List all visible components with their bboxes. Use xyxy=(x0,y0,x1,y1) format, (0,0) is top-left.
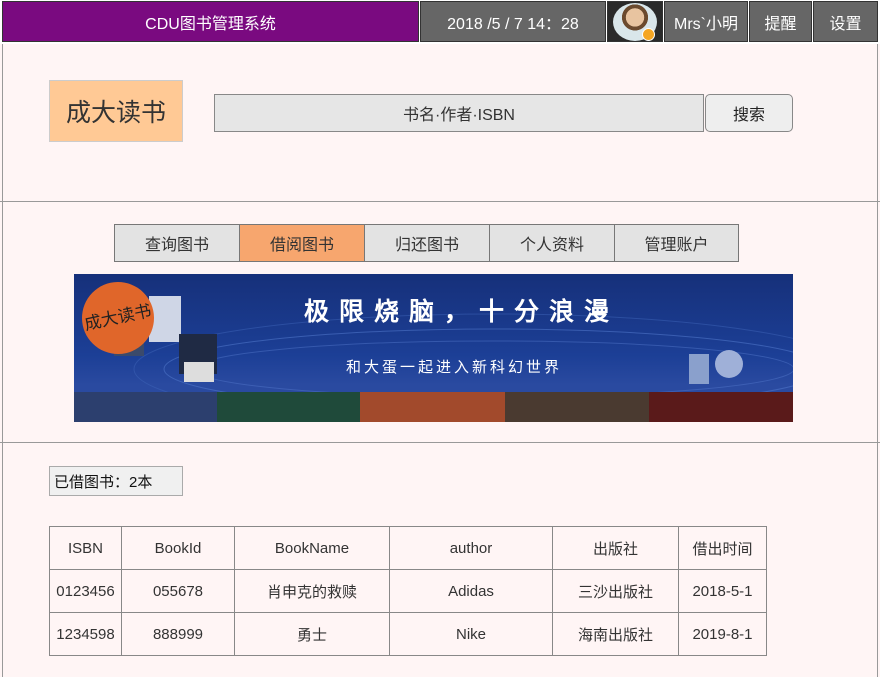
column-header: BookName xyxy=(234,526,390,570)
table-cell: 2019-8-1 xyxy=(678,612,767,656)
table-cell: 三沙出版社 xyxy=(552,569,679,613)
tab-query-books[interactable]: 查询图书 xyxy=(115,225,240,261)
book-cover-strip xyxy=(74,392,793,422)
status-dot-icon xyxy=(642,27,655,41)
column-header: ISBN xyxy=(49,526,122,570)
column-header: 借出时间 xyxy=(678,526,767,570)
promo-banner[interactable]: 成大读书 极限烧脑，十分浪漫 和大蛋一起进入新科幻世界 xyxy=(74,274,793,422)
column-header: 出版社 xyxy=(552,526,679,570)
avatar[interactable] xyxy=(607,1,663,42)
tab-borrow-books[interactable]: 借阅图书 xyxy=(240,225,365,261)
column-header: author xyxy=(389,526,553,570)
username-button[interactable]: Mrs`小明 xyxy=(664,1,748,42)
table-row[interactable]: 0123456 055678 肖申克的救赎 Adidas 三沙出版社 2018-… xyxy=(49,569,767,613)
table-row[interactable]: 1234598 888999 勇士 Nike 海南出版社 2019-8-1 xyxy=(49,612,767,656)
borrowed-books-table: ISBN BookId BookName author 出版社 借出时间 012… xyxy=(49,526,767,656)
table-cell: 2018-5-1 xyxy=(678,569,767,613)
table-header-row: ISBN BookId BookName author 出版社 借出时间 xyxy=(49,526,767,570)
divider xyxy=(0,442,880,443)
tab-profile[interactable]: 个人资料 xyxy=(490,225,615,261)
search-input[interactable]: 书名·作者·ISBN xyxy=(214,94,704,132)
top-bar: CDU图书管理系统 2018 /5 / 7 14：28 Mrs`小明 提醒 设置 xyxy=(0,0,880,44)
tab-return-books[interactable]: 归还图书 xyxy=(365,225,490,261)
tab-manage-account[interactable]: 管理账户 xyxy=(615,225,738,261)
banner-subtitle: 和大蛋一起进入新科幻世界 xyxy=(346,358,563,376)
logo: 成大读书 xyxy=(49,80,183,142)
divider xyxy=(0,201,880,202)
table-cell: 勇士 xyxy=(234,612,390,656)
datetime-display: 2018 /5 / 7 14：28 xyxy=(420,1,606,42)
remind-button[interactable]: 提醒 xyxy=(749,1,812,42)
table-cell: Nike xyxy=(389,612,553,656)
table-cell: 海南出版社 xyxy=(552,612,679,656)
table-cell: 055678 xyxy=(121,569,235,613)
nav-tabs: 查询图书 借阅图书 归还图书 个人资料 管理账户 xyxy=(114,224,739,262)
settings-button[interactable]: 设置 xyxy=(813,1,878,42)
table-cell: 0123456 xyxy=(49,569,122,613)
borrowed-count: 已借图书：2本 xyxy=(49,466,183,496)
table-cell: Adidas xyxy=(389,569,553,613)
search-button[interactable]: 搜索 xyxy=(705,94,793,132)
table-cell: 1234598 xyxy=(49,612,122,656)
column-header: BookId xyxy=(121,526,235,570)
avatar-image xyxy=(613,2,657,41)
banner-title: 极限烧脑，十分浪漫 xyxy=(304,297,620,326)
table-cell: 888999 xyxy=(121,612,235,656)
app-title: CDU图书管理系统 xyxy=(2,1,419,42)
table-cell: 肖申克的救赎 xyxy=(234,569,390,613)
